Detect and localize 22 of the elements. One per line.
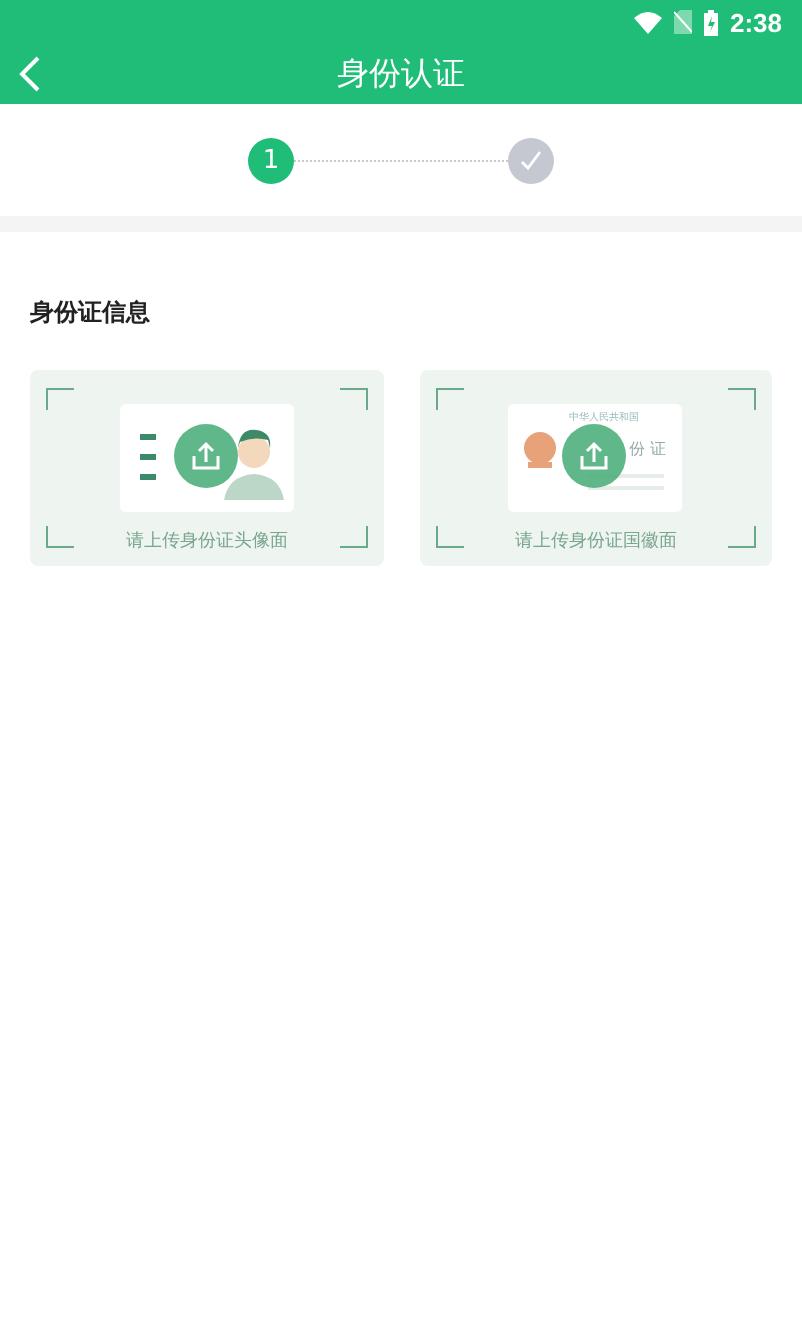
status-time: 2:38 <box>729 7 782 37</box>
frame-corner <box>728 526 756 548</box>
upload-icon[interactable] <box>562 424 627 488</box>
frame-corner <box>46 526 74 548</box>
wifi-icon <box>633 11 662 33</box>
upload-caption: 请上传身份证国徽面 <box>514 529 677 554</box>
frame-corner <box>339 526 367 548</box>
frame-corner <box>339 388 367 410</box>
battery-icon <box>703 9 718 35</box>
section-title: 身份证信息 <box>30 296 152 330</box>
frame-corner <box>728 388 756 410</box>
upload-caption: 请上传身份证头像面 <box>125 529 288 554</box>
frame-corner <box>435 526 463 548</box>
frame-corner <box>46 388 74 410</box>
frame-corner <box>435 388 463 410</box>
upload-card[interactable]: 请上传身份证头像面 <box>30 370 383 566</box>
upload-icon[interactable] <box>173 424 238 488</box>
back-icon[interactable] <box>16 54 44 94</box>
step-indicator: 1 <box>248 137 294 183</box>
page-title: 身份认证 <box>335 53 467 95</box>
card-label: 份 证 <box>628 438 666 460</box>
no-sim-icon <box>673 10 692 34</box>
